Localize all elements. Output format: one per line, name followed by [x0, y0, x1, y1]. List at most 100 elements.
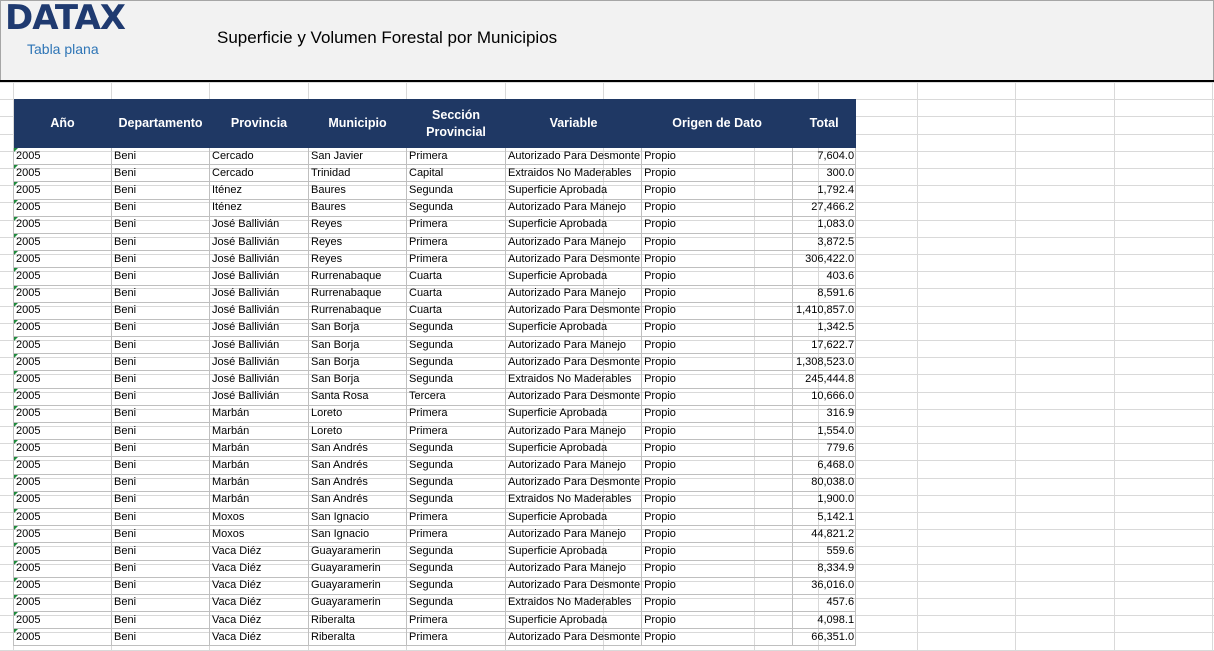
cell-departamento[interactable]: Beni: [111, 388, 210, 406]
cell-seccion[interactable]: Primera: [406, 250, 506, 269]
cell-variable[interactable]: Autorizado Para Desmonte: [504, 628, 643, 647]
cell-total[interactable]: 66,351.0: [792, 628, 857, 647]
cell-municipio[interactable]: Trinidad: [308, 164, 407, 183]
cell-municipio[interactable]: San Borja: [308, 319, 407, 338]
cell-municipio[interactable]: Riberalta: [308, 611, 407, 630]
cell-ano[interactable]: 2005: [13, 181, 112, 200]
cell-origen[interactable]: Propio: [641, 611, 794, 630]
cell-origen[interactable]: Propio: [641, 353, 794, 372]
cell-total[interactable]: 27,466.2: [792, 199, 857, 217]
cell-seccion[interactable]: Segunda: [406, 577, 506, 595]
cell-ano[interactable]: 2005: [13, 148, 112, 166]
cell-provincia[interactable]: Marbán: [209, 405, 309, 424]
cell-departamento[interactable]: Beni: [111, 594, 210, 613]
cell-total[interactable]: 306,422.0: [792, 250, 857, 269]
cell-variable[interactable]: Autorizado Para Desmonte: [504, 388, 643, 406]
cell-seccion[interactable]: Capital: [406, 164, 506, 183]
cell-origen[interactable]: Propio: [641, 560, 794, 578]
cell-provincia[interactable]: Vaca Diéz: [209, 594, 309, 613]
cell-provincia[interactable]: Cercado: [209, 148, 309, 166]
cell-seccion[interactable]: Segunda: [406, 456, 506, 475]
cell-variable[interactable]: Superficie Aprobada: [504, 267, 643, 286]
cell-origen[interactable]: Propio: [641, 405, 794, 424]
cell-total[interactable]: 5,142.1: [792, 508, 857, 527]
cell-departamento[interactable]: Beni: [111, 233, 210, 252]
cell-origen[interactable]: Propio: [641, 233, 794, 252]
cell-ano[interactable]: 2005: [13, 525, 112, 544]
cell-ano[interactable]: 2005: [13, 319, 112, 338]
cell-total[interactable]: 559.6: [792, 542, 857, 561]
cell-municipio[interactable]: Reyes: [308, 250, 407, 269]
cell-total[interactable]: 7,604.0: [792, 148, 857, 166]
cell-ano[interactable]: 2005: [13, 353, 112, 372]
cell-variable[interactable]: Superficie Aprobada: [504, 611, 643, 630]
cell-ano[interactable]: 2005: [13, 267, 112, 286]
cell-variable[interactable]: Superficie Aprobada: [504, 319, 643, 338]
cell-municipio[interactable]: Guayaramerin: [308, 594, 407, 613]
cell-municipio[interactable]: San Ignacio: [308, 508, 407, 527]
cell-seccion[interactable]: Primera: [406, 233, 506, 252]
cell-departamento[interactable]: Beni: [111, 148, 210, 166]
cell-seccion[interactable]: Segunda: [406, 542, 506, 561]
cell-departamento[interactable]: Beni: [111, 491, 210, 509]
cell-origen[interactable]: Propio: [641, 319, 794, 338]
cell-municipio[interactable]: Rurrenabaque: [308, 302, 407, 320]
cell-seccion[interactable]: Primera: [406, 508, 506, 527]
cell-origen[interactable]: Propio: [641, 525, 794, 544]
cell-departamento[interactable]: Beni: [111, 422, 210, 441]
cell-ano[interactable]: 2005: [13, 594, 112, 613]
cell-provincia[interactable]: Cercado: [209, 164, 309, 183]
cell-municipio[interactable]: Rurrenabaque: [308, 285, 407, 303]
cell-ano[interactable]: 2005: [13, 628, 112, 647]
cell-variable[interactable]: Autorizado Para Manejo: [504, 422, 643, 441]
cell-municipio[interactable]: San Borja: [308, 353, 407, 372]
cell-ano[interactable]: 2005: [13, 542, 112, 561]
cell-total[interactable]: 779.6: [792, 439, 857, 458]
cell-total[interactable]: 44,821.2: [792, 525, 857, 544]
cell-variable[interactable]: Autorizado Para Manejo: [504, 336, 643, 355]
cell-total[interactable]: 17,622.7: [792, 336, 857, 355]
column-header-ano[interactable]: Año: [13, 99, 112, 148]
cell-origen[interactable]: Propio: [641, 336, 794, 355]
cell-seccion[interactable]: Primera: [406, 422, 506, 441]
cell-provincia[interactable]: José Ballivián: [209, 250, 309, 269]
cell-variable[interactable]: Autorizado Para Manejo: [504, 456, 643, 475]
cell-departamento[interactable]: Beni: [111, 250, 210, 269]
cell-variable[interactable]: Autorizado Para Manejo: [504, 525, 643, 544]
column-header-variable[interactable]: Variable: [505, 99, 642, 148]
cell-seccion[interactable]: Segunda: [406, 474, 506, 492]
cell-ano[interactable]: 2005: [13, 439, 112, 458]
cell-departamento[interactable]: Beni: [111, 560, 210, 578]
cell-municipio[interactable]: Loreto: [308, 405, 407, 424]
cell-provincia[interactable]: José Ballivián: [209, 388, 309, 406]
cell-ano[interactable]: 2005: [13, 285, 112, 303]
cell-provincia[interactable]: José Ballivián: [209, 267, 309, 286]
cell-variable[interactable]: Extraidos No Maderables: [504, 491, 643, 509]
cell-total[interactable]: 1,900.0: [792, 491, 857, 509]
cell-departamento[interactable]: Beni: [111, 267, 210, 286]
cell-total[interactable]: 403.6: [792, 267, 857, 286]
cell-variable[interactable]: Autorizado Para Manejo: [504, 285, 643, 303]
cell-ano[interactable]: 2005: [13, 388, 112, 406]
cell-variable[interactable]: Superficie Aprobada: [504, 181, 643, 200]
cell-variable[interactable]: Autorizado Para Desmonte: [504, 250, 643, 269]
cell-provincia[interactable]: Vaca Diéz: [209, 611, 309, 630]
cell-departamento[interactable]: Beni: [111, 370, 210, 389]
cell-origen[interactable]: Propio: [641, 164, 794, 183]
cell-seccion[interactable]: Primera: [406, 611, 506, 630]
cell-departamento[interactable]: Beni: [111, 525, 210, 544]
cell-provincia[interactable]: Marbán: [209, 456, 309, 475]
cell-origen[interactable]: Propio: [641, 439, 794, 458]
cell-ano[interactable]: 2005: [13, 491, 112, 509]
cell-total[interactable]: 316.9: [792, 405, 857, 424]
cell-municipio[interactable]: Riberalta: [308, 628, 407, 647]
cell-departamento[interactable]: Beni: [111, 628, 210, 647]
cell-seccion[interactable]: Segunda: [406, 181, 506, 200]
cell-ano[interactable]: 2005: [13, 456, 112, 475]
cell-total[interactable]: 3,872.5: [792, 233, 857, 252]
column-header-seccion-provincial[interactable]: Sección Provincial: [406, 99, 506, 148]
cell-seccion[interactable]: Primera: [406, 148, 506, 166]
cell-variable[interactable]: Superficie Aprobada: [504, 439, 643, 458]
cell-departamento[interactable]: Beni: [111, 302, 210, 320]
column-header-municipio[interactable]: Municipio: [308, 99, 407, 148]
